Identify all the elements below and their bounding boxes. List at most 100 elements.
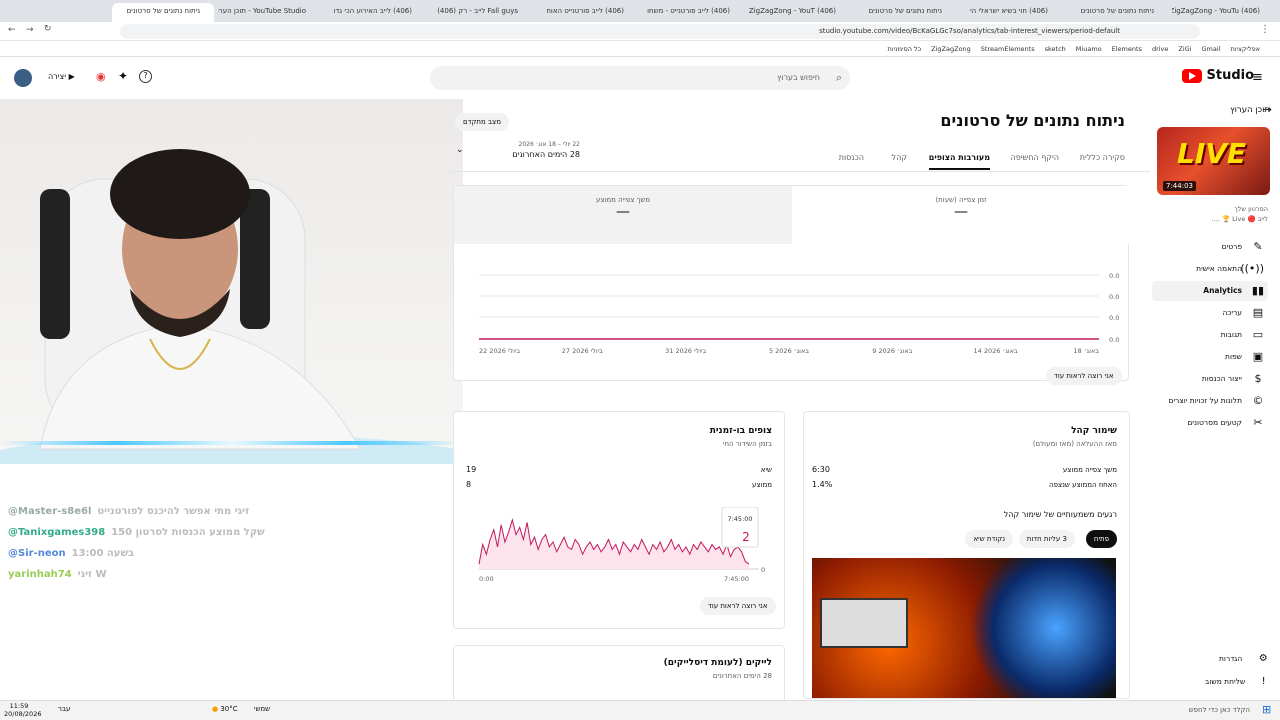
bookmark-item[interactable]: drive: [1152, 41, 1168, 56]
streamer-image: [0, 149, 463, 464]
tab-4[interactable]: הכנסות: [839, 153, 864, 162]
browser-tab[interactable]: Fall guys לייב - רק (406): [430, 3, 532, 19]
tab-3[interactable]: קהל: [892, 153, 907, 162]
feedback-item[interactable]: שליחת משוב !: [1205, 676, 1266, 687]
language-indicator[interactable]: עבר: [58, 705, 70, 713]
settings-item[interactable]: הגדרות ⚙: [1219, 653, 1268, 664]
weather-desc: שמשי: [253, 705, 271, 713]
sidebar-item-editor[interactable]: עריכה ▤: [1152, 303, 1268, 323]
date-range-dates: 22 יולי – 18 אוג׳ 2026: [518, 141, 580, 148]
url-field[interactable]: studio.youtube.com/video/BcKaGLGc7so/ana…: [120, 24, 1200, 39]
avatar[interactable]: [14, 69, 32, 87]
sidebar-item-copyright[interactable]: תלונות על זכויות יוצרים ©: [1152, 391, 1268, 411]
y-tick-label: 0.0: [1109, 314, 1119, 322]
create-button[interactable]: יצירה ▶: [48, 72, 75, 81]
weather-widget[interactable]: ● 30°C שמשי: [212, 705, 270, 713]
bookmark-item[interactable]: ZigZagZong: [931, 41, 971, 56]
comments-icon: ▭: [1252, 328, 1264, 341]
sidebar-item-broadcast[interactable]: התאמה אישית ((•)): [1152, 259, 1268, 279]
bookmark-item[interactable]: ZiGi: [1178, 41, 1191, 56]
x-tick-label: 9 באוג׳ 2026: [872, 347, 912, 355]
card-title: שימור קהל: [1071, 426, 1117, 436]
browser-tab[interactable]: ניתוח נתונים של סרטונים: [1066, 3, 1168, 19]
browser-tab[interactable]: ניתוח נתונים של סרטונים: [854, 3, 956, 19]
youtube-play-icon: [1182, 68, 1202, 83]
key-moment-preview[interactable]: [812, 558, 1116, 698]
peak-value: 19: [466, 465, 477, 474]
menu-icon[interactable]: ⋮: [1260, 24, 1270, 35]
tab-1[interactable]: היקף החשיפה: [1011, 153, 1059, 162]
browser-tab[interactable]: (406) לייב פורטנייט האוח: [536, 3, 638, 19]
audience-retention-card: שימור קהל מאז ההעלאה (מאז ומעולם) משך צפ…: [803, 411, 1130, 699]
browser-tab[interactable]: (406) לייב פורטנייט - משחו: [642, 3, 744, 19]
browser-tab[interactable]: YouTube Studio - תוכן הערוץ: [218, 3, 320, 19]
logo-text: Studio: [1206, 68, 1255, 83]
chat-message: @Master-s8e6l זיגי מתי אפשר להיכנס לפורטנ…: [8, 506, 249, 517]
concurrent-viewers-card: צופים בו-זמנית בזמן השידור החי שיא 19 ממ…: [453, 411, 785, 629]
sidebar-item-analytics[interactable]: Analytics ▮▮: [1152, 281, 1268, 301]
search-input[interactable]: חיפוש בערוץ ⌕: [430, 66, 850, 90]
see-more-button[interactable]: אני רוצה לראות עוד: [1046, 367, 1122, 385]
browser-tab[interactable]: (406) חוי בשיא ישראלי הי: [960, 3, 1062, 19]
bookmark-item[interactable]: Gmail: [1202, 41, 1221, 56]
windows-start-icon[interactable]: ⊞: [1262, 703, 1271, 716]
tab-0[interactable]: סקירה כללית: [1080, 153, 1125, 162]
date-range-label[interactable]: 28 הימים האחרונים: [490, 150, 580, 159]
sidebar-item-scissors[interactable]: קטעים מסרטונים ✂: [1152, 413, 1268, 433]
browser-tab[interactable]: ניתוח נתונים של סרטונים: [112, 3, 214, 22]
bookmark-item[interactable]: Miuamo: [1076, 41, 1102, 56]
avg-percentage-label: האחוז הממוצע שנצפה: [1049, 481, 1117, 489]
video-title[interactable]: לייב 🔴 Live 🏆 ....: [1212, 215, 1268, 223]
metric-avg-duration[interactable]: משך צפייה ממוצע —: [454, 186, 792, 244]
card-subtitle: בזמן השידור החי: [722, 440, 772, 448]
sidebar-item-label: התאמה אישית: [1196, 264, 1242, 273]
sidebar-item-comments[interactable]: תגובות ▭: [1152, 325, 1268, 345]
help-icon[interactable]: ?: [139, 70, 152, 83]
back-icon[interactable]: ←: [8, 25, 16, 35]
chat-username: @Sir-neon: [8, 548, 66, 559]
search-placeholder: חיפוש בערוץ: [776, 73, 820, 82]
bookmark-item[interactable]: StreamElements: [981, 41, 1035, 56]
chip-intro[interactable]: פתיח: [1085, 530, 1117, 548]
chip-spikes[interactable]: 3 עליות חדות: [1018, 530, 1075, 548]
chat-username: @Master-s8e6l: [8, 506, 92, 517]
x-tick-label: 27 ביולי 2026: [562, 347, 603, 355]
sparkle-icon[interactable]: ✦: [118, 69, 128, 83]
metric-label: זמן צפייה (שעות): [935, 196, 987, 204]
browser-tab[interactable]: (406) לייב האירוע הכי גדו: [324, 3, 426, 19]
bookmarks-bar: אפליקציות Gmail ZiGi drive Elements Miuamo ske…: [0, 41, 1280, 57]
tooltip-time: 7:45:00: [727, 515, 752, 523]
clock[interactable]: 11:59 20/08/2026: [4, 702, 41, 718]
notification-icon[interactable]: ◉: [96, 70, 106, 83]
bookmark-item[interactable]: sketch: [1045, 41, 1066, 56]
avg-value: 8: [466, 480, 472, 489]
browser-tab[interactable]: (406) ZigZagZong - YouT: [748, 3, 850, 19]
search-icon[interactable]: ⌕: [836, 66, 842, 90]
see-more-button[interactable]: אני רוצה לראות עוד: [700, 597, 776, 615]
arrow-right-icon[interactable]: →: [1263, 103, 1272, 116]
sidebar-item-pencil[interactable]: פרטים ✎: [1152, 237, 1268, 257]
browser-tab[interactable]: (406) ZigZagZong - YouTu: [1172, 3, 1274, 19]
tab-2[interactable]: מעורבות הצופים: [928, 153, 990, 170]
hamburger-icon[interactable]: ≡: [1252, 70, 1263, 85]
sidebar-item-dollar[interactable]: ייצור הכנסות $: [1152, 369, 1268, 389]
reload-icon[interactable]: ↻: [44, 24, 52, 34]
bookmark-item[interactable]: כל הסימניות: [888, 41, 922, 56]
preview-blue-flame: [966, 558, 1116, 698]
video-duration: 7:44:03: [1163, 181, 1196, 191]
advanced-mode-button[interactable]: מצב מתקדם: [455, 113, 509, 131]
metric-watch-time[interactable]: זמן צפייה (שעות) —: [792, 186, 1130, 244]
forward-icon[interactable]: →: [26, 25, 34, 35]
taskbar-search[interactable]: הקלד כאן כדי לחפש: [1090, 703, 1250, 718]
x-tick-label: 18 באוג׳: [1073, 347, 1099, 355]
broadcast-icon: ((•)): [1240, 262, 1264, 275]
studio-logo[interactable]: Studio: [1182, 68, 1254, 83]
chevron-down-icon[interactable]: ⌄: [456, 145, 464, 155]
bookmark-item[interactable]: אפליקציות: [1230, 41, 1260, 56]
sidebar-item-subtitles[interactable]: שפות ▣: [1152, 347, 1268, 367]
thumb-live-text: LIVE: [1177, 137, 1247, 170]
bookmark-item[interactable]: Elements: [1112, 41, 1142, 56]
tooltip-box: [721, 507, 759, 548]
video-thumbnail[interactable]: LIVE 7:44:03: [1157, 127, 1270, 195]
chip-peak[interactable]: נקודת שיא: [965, 530, 1013, 548]
